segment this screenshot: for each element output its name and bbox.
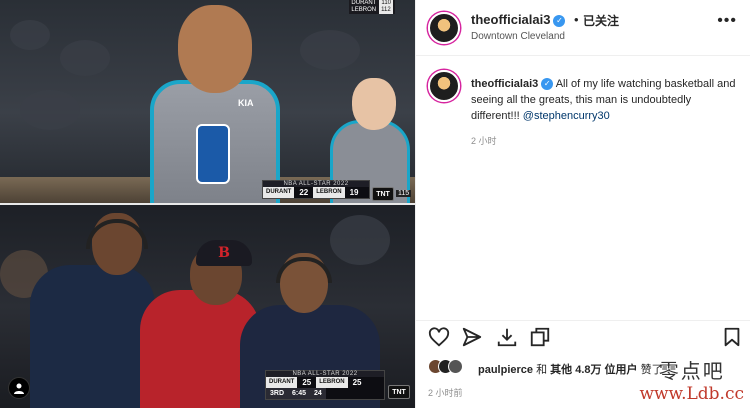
- corner-number: 115: [396, 190, 412, 197]
- tnt-logo: TNT: [388, 385, 410, 399]
- scorebug: NBA ALL-STAR 2022 DURANT 25 LEBRON 25 3R…: [265, 370, 385, 400]
- action-bar: [416, 320, 750, 352]
- location-link[interactable]: Downtown Cleveland: [471, 31, 565, 42]
- headset-icon: [276, 257, 332, 283]
- likes-text: paulpierce 和 其他 4.8万 位用户 赞了: [478, 361, 663, 377]
- player-head: [178, 5, 252, 93]
- copy-icon[interactable]: [529, 326, 551, 348]
- avatar[interactable]: [428, 12, 460, 44]
- team-a-score: 110: [379, 0, 393, 7]
- team-b-label: LEBRON: [316, 377, 348, 388]
- user-icon[interactable]: [8, 377, 30, 399]
- avatar: [448, 359, 463, 374]
- post-header: theofficialai3 ✓ • 已关注 Downtown Cleveland…: [416, 0, 750, 56]
- separator-dot: •: [574, 12, 579, 27]
- scorebug: NBA ALL-STAR 2022 DURANT 22 LEBRON 19: [262, 180, 370, 199]
- crowd-figure: [330, 215, 390, 265]
- team-a-label: DURANT: [263, 187, 295, 198]
- following-button[interactable]: 已关注: [583, 12, 619, 29]
- player-jersey: KIA: [150, 80, 280, 205]
- verified-icon: ✓: [553, 15, 566, 27]
- caption-text: theofficialai3 ✓ All of my life watching …: [471, 76, 741, 124]
- caption-username[interactable]: theofficialai3: [471, 78, 538, 90]
- header-username[interactable]: theofficialai3 ✓: [471, 12, 566, 27]
- watermark: 零点吧 www.Ldb.cc: [639, 355, 744, 404]
- player-head: [352, 78, 396, 130]
- avatar[interactable]: [428, 70, 460, 102]
- bookmark-icon[interactable]: [721, 326, 743, 348]
- team-a-score: 25: [302, 378, 312, 387]
- likes-conj: 和: [533, 364, 551, 376]
- caption-time: 2 小时: [471, 136, 497, 146]
- crowd-figure: [300, 30, 360, 70]
- posted-time: 2 小时前: [428, 388, 463, 398]
- corner-score: DURANT 110 LEBRON 112: [349, 0, 395, 14]
- team-b-label: LEBRON: [351, 7, 377, 13]
- tnt-logo: TNT: [372, 187, 394, 201]
- team-b-score: 112: [379, 7, 393, 14]
- team-a-label: DURANT: [266, 377, 298, 388]
- crowd-figure: [10, 20, 50, 50]
- username-text[interactable]: theofficialai3: [471, 12, 550, 27]
- team-a-score: 22: [299, 188, 309, 197]
- comment-icon[interactable]: [461, 326, 483, 348]
- headset-icon: [86, 219, 148, 249]
- red-sox-cap: B: [196, 240, 252, 266]
- team-b-score: 19: [349, 188, 359, 197]
- team-b-label: LEBRON: [313, 187, 345, 198]
- game-clock: 6:45: [288, 388, 311, 399]
- likes-others[interactable]: 其他 4.8万 位用户: [550, 364, 637, 376]
- post-panel: theofficialai3 ✓ • 已关注 Downtown Cleveland…: [415, 0, 750, 408]
- shot-clock: 24: [310, 388, 326, 399]
- more-horizontal-icon[interactable]: •••: [717, 12, 737, 30]
- post-media[interactable]: KIA DURANT 110 LEBRON 112 NBA ALL-STAR 202…: [0, 0, 415, 408]
- person-suit: [30, 265, 155, 408]
- quarter-label: 3RD: [266, 388, 289, 399]
- mention-link[interactable]: @stephencurry30: [523, 110, 610, 122]
- team-a-label: DURANT: [351, 0, 377, 6]
- liker-username[interactable]: paulpierce: [478, 364, 533, 376]
- jersey-brand: KIA: [238, 98, 254, 108]
- watermark-text: 零点吧: [658, 359, 725, 383]
- nba-logo-icon: [196, 124, 230, 184]
- media-frame-bottom: B NBA ALL-STAR 2022 DURANT 25 LEBRON 25 …: [0, 205, 415, 408]
- download-icon[interactable]: [496, 326, 518, 348]
- verified-icon: ✓: [541, 78, 554, 90]
- team-b-score: 25: [352, 378, 362, 387]
- heart-icon[interactable]: [428, 326, 450, 348]
- crowd-figure: [60, 40, 110, 76]
- crowd-figure: [20, 90, 80, 130]
- watermark-url: www.Ldb.cc: [639, 384, 744, 404]
- media-frame-top: KIA DURANT 110 LEBRON 112 NBA ALL-STAR 202…: [0, 0, 415, 205]
